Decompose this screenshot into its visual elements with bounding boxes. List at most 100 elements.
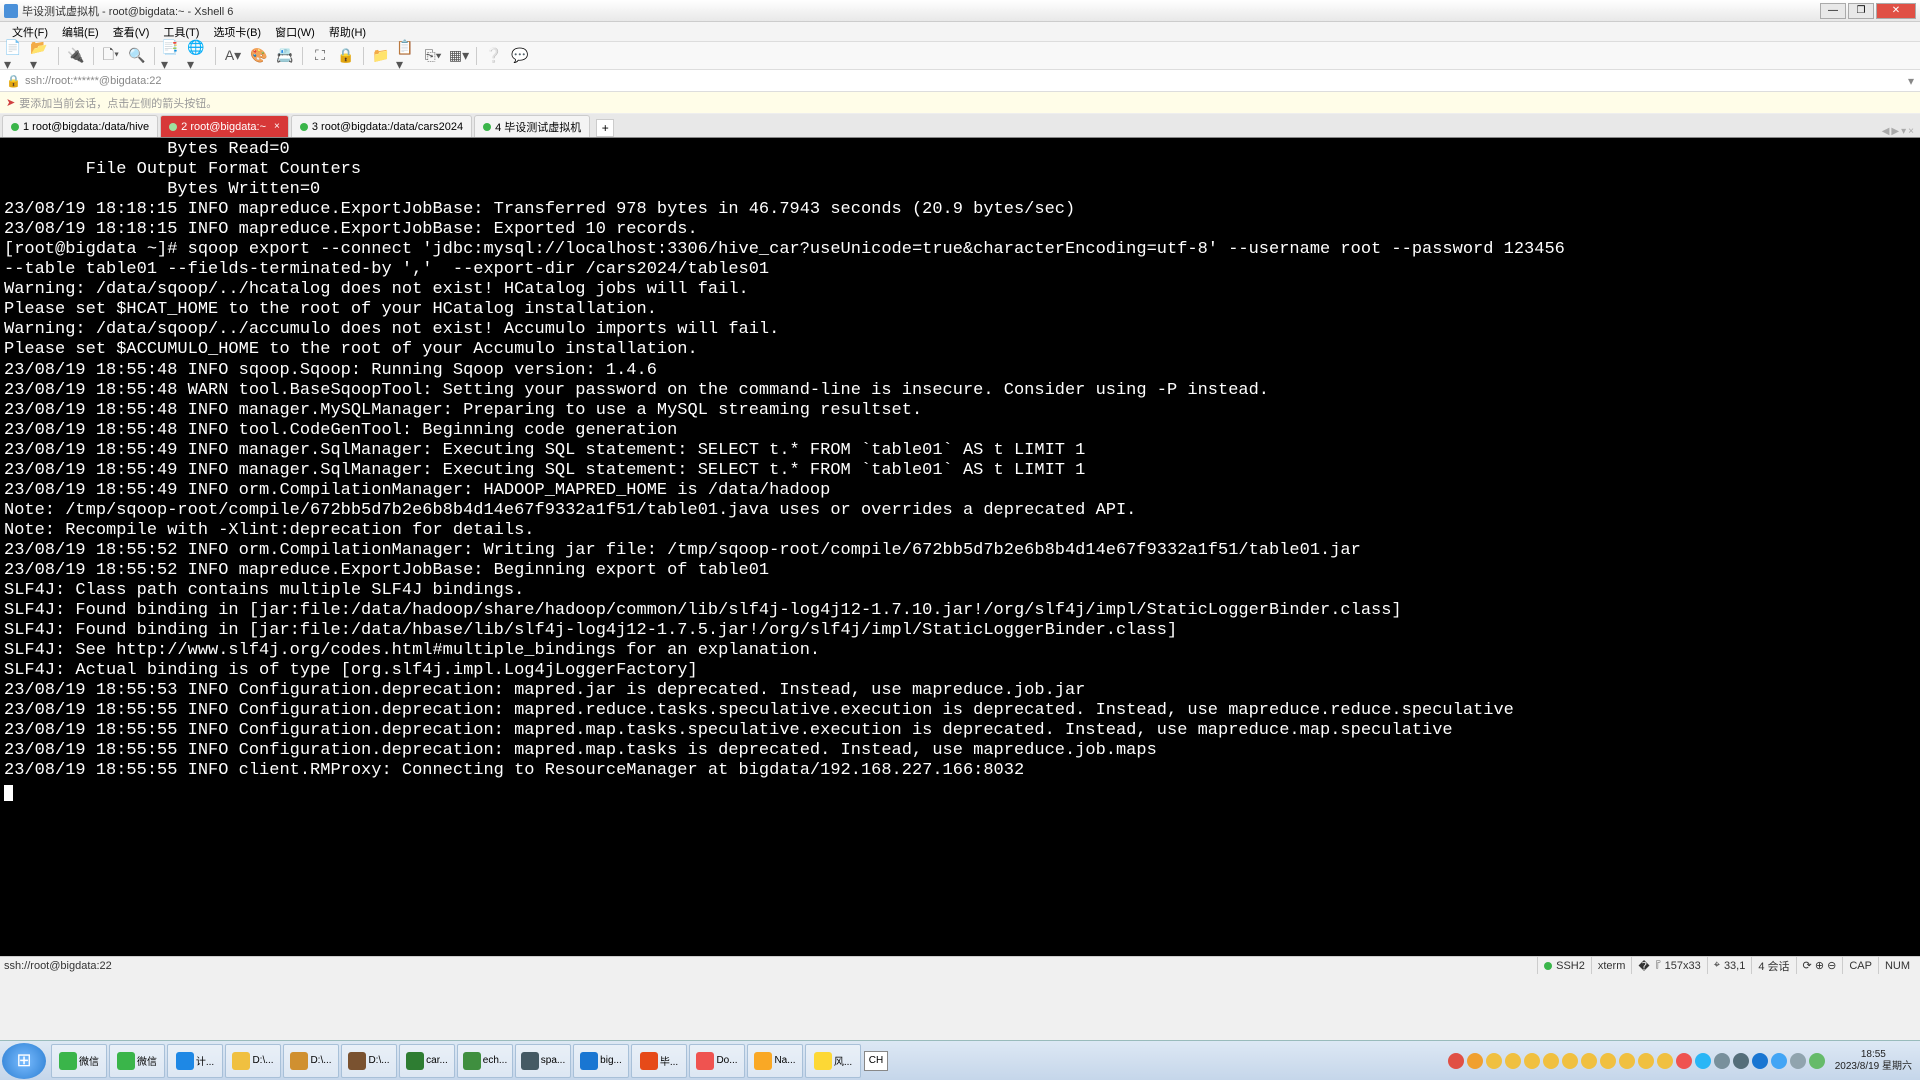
highlight-button[interactable]: 📇 <box>274 45 296 67</box>
tray-icon[interactable] <box>1581 1053 1597 1069</box>
tab-next-icon[interactable]: ▶ <box>1891 126 1899 137</box>
tab-4[interactable]: 4 毕设测试虚拟机 <box>474 115 590 137</box>
tray-icon[interactable] <box>1676 1053 1692 1069</box>
tray-icon[interactable] <box>1790 1053 1806 1069</box>
taskbar-item[interactable]: 微信 <box>51 1044 107 1078</box>
status-cap: CAP <box>1842 957 1878 974</box>
tray-icon[interactable] <box>1524 1053 1540 1069</box>
start-button[interactable]: ⊞ <box>2 1043 46 1079</box>
status-ssh: SSH2 <box>1537 957 1591 974</box>
tab-3[interactable]: 3 root@bigdata:/data/cars2024 <box>291 115 472 137</box>
tab-1[interactable]: 1 root@bigdata:/data/hive <box>2 115 158 137</box>
chat-button[interactable]: 💬 <box>509 45 531 67</box>
separator <box>215 47 216 65</box>
tab-prev-icon[interactable]: ◀ <box>1882 126 1890 137</box>
menu-edit[interactable]: 编辑(E) <box>56 22 105 42</box>
menu-help[interactable]: 帮助(H) <box>323 22 372 42</box>
pin-icon[interactable]: ➤ <box>6 96 15 109</box>
status-sessions: 4 会话 <box>1751 957 1795 974</box>
tray-icon[interactable] <box>1486 1053 1502 1069</box>
taskbar-item[interactable]: D:\... <box>283 1044 339 1078</box>
close-button[interactable]: ✕ <box>1876 3 1916 19</box>
taskbar-item[interactable]: Do... <box>689 1044 745 1078</box>
tray-icon[interactable] <box>1752 1053 1768 1069</box>
tray-icon[interactable] <box>1733 1053 1749 1069</box>
tab-add-button[interactable]: + <box>596 119 614 137</box>
taskbar-item[interactable]: D:\... <box>225 1044 281 1078</box>
font-button[interactable]: A▾ <box>222 45 244 67</box>
minimize-button[interactable]: — <box>1820 3 1846 19</box>
menu-view[interactable]: 查看(V) <box>107 22 156 42</box>
open-button[interactable]: 📂▾ <box>30 45 52 67</box>
search-button[interactable]: 🔍 <box>126 45 148 67</box>
status-dot-icon <box>300 123 308 131</box>
taskbar-item[interactable]: D:\... <box>341 1044 397 1078</box>
tab-label: 3 root@bigdata:/data/cars2024 <box>312 121 463 133</box>
tray-icon[interactable] <box>1600 1053 1616 1069</box>
tab-close-icon[interactable]: × <box>274 121 280 132</box>
reconnect-button[interactable]: 🔌 <box>65 45 87 67</box>
app-icon <box>290 1052 308 1070</box>
tray-icon[interactable] <box>1809 1053 1825 1069</box>
taskbar-item[interactable]: Na... <box>747 1044 803 1078</box>
transfer-button[interactable]: 📁 <box>370 45 392 67</box>
ime-indicator[interactable]: CH <box>864 1051 888 1071</box>
new-session-button[interactable]: 📄▾ <box>4 45 26 67</box>
tray-icon[interactable] <box>1619 1053 1635 1069</box>
tray-icon[interactable] <box>1695 1053 1711 1069</box>
taskbar-item[interactable]: 毕... <box>631 1044 687 1078</box>
clock[interactable]: 18:55 2023/8/19 星期六 <box>1829 1049 1918 1073</box>
tray-icon[interactable] <box>1543 1053 1559 1069</box>
dropdown-icon[interactable]: ▾ <box>1908 74 1914 88</box>
taskbar-item-label: Do... <box>716 1055 737 1066</box>
tab-list-icon[interactable]: ▾ <box>1901 126 1906 137</box>
paste-button[interactable]: 🌐▾ <box>187 45 209 67</box>
menu-window[interactable]: 窗口(W) <box>269 22 321 42</box>
taskbar-item[interactable]: car... <box>399 1044 455 1078</box>
taskbar-item-label: big... <box>600 1055 622 1066</box>
tab-2[interactable]: 2 root@bigdata:~× <box>160 115 289 137</box>
script-button[interactable]: ⎘▾ <box>422 45 444 67</box>
color-button[interactable]: 🎨 <box>248 45 270 67</box>
tray-icon[interactable] <box>1467 1053 1483 1069</box>
status-spacer: ⟳ ⊕ ⊖ <box>1796 957 1843 974</box>
lock-button[interactable]: 🔒 <box>335 45 357 67</box>
taskbar-item[interactable]: big... <box>573 1044 629 1078</box>
status-dot-icon <box>169 123 177 131</box>
taskbar-item[interactable]: 风... <box>805 1044 861 1078</box>
separator <box>302 47 303 65</box>
address-bar[interactable]: 🔒 ssh://root:******@bigdata:22 ▾ <box>0 70 1920 92</box>
taskbar-item[interactable]: 微信 <box>109 1044 165 1078</box>
taskbar-item[interactable]: 计... <box>167 1044 223 1078</box>
tray-icon[interactable] <box>1714 1053 1730 1069</box>
tray-icon[interactable] <box>1657 1053 1673 1069</box>
tray-icon[interactable] <box>1505 1053 1521 1069</box>
properties-button[interactable]: 🗋▾ <box>100 45 122 67</box>
tray-icon[interactable] <box>1448 1053 1464 1069</box>
layout-button[interactable]: ▦▾ <box>448 45 470 67</box>
menu-tabs[interactable]: 选项卡(B) <box>207 22 267 42</box>
app-icon <box>232 1052 250 1070</box>
tray-icon[interactable] <box>1638 1053 1654 1069</box>
app-icon <box>640 1052 658 1070</box>
status-bar: ssh://root@bigdata:22 SSH2 xterm �『 157x… <box>0 956 1920 974</box>
maximize-button[interactable]: ❐ <box>1848 3 1874 19</box>
clock-date: 2023/8/19 星期六 <box>1835 1061 1912 1073</box>
taskbar-item-label: D:\... <box>252 1055 273 1066</box>
window-controls: — ❐ ✕ <box>1820 3 1916 19</box>
app-icon <box>463 1052 481 1070</box>
fullscreen-button[interactable]: ⛶ <box>309 45 331 67</box>
tray-icon[interactable] <box>1771 1053 1787 1069</box>
status-dot-icon <box>11 123 19 131</box>
title-bar: 毕设测试虚拟机 - root@bigdata:~ - Xshell 6 — ❐ … <box>0 0 1920 22</box>
taskbar-item[interactable]: ech... <box>457 1044 513 1078</box>
tab-close-all-icon[interactable]: × <box>1908 126 1914 137</box>
xftp-button[interactable]: 📋▾ <box>396 45 418 67</box>
copy-button[interactable]: 📑▾ <box>161 45 183 67</box>
help-button[interactable]: ❔ <box>483 45 505 67</box>
terminal-output[interactable]: Bytes Read=0 File Output Format Counters… <box>0 138 1920 956</box>
tray-icon[interactable] <box>1562 1053 1578 1069</box>
app-icon <box>754 1052 772 1070</box>
taskbar-item[interactable]: spa... <box>515 1044 571 1078</box>
taskbar-item-label: D:\... <box>310 1055 331 1066</box>
